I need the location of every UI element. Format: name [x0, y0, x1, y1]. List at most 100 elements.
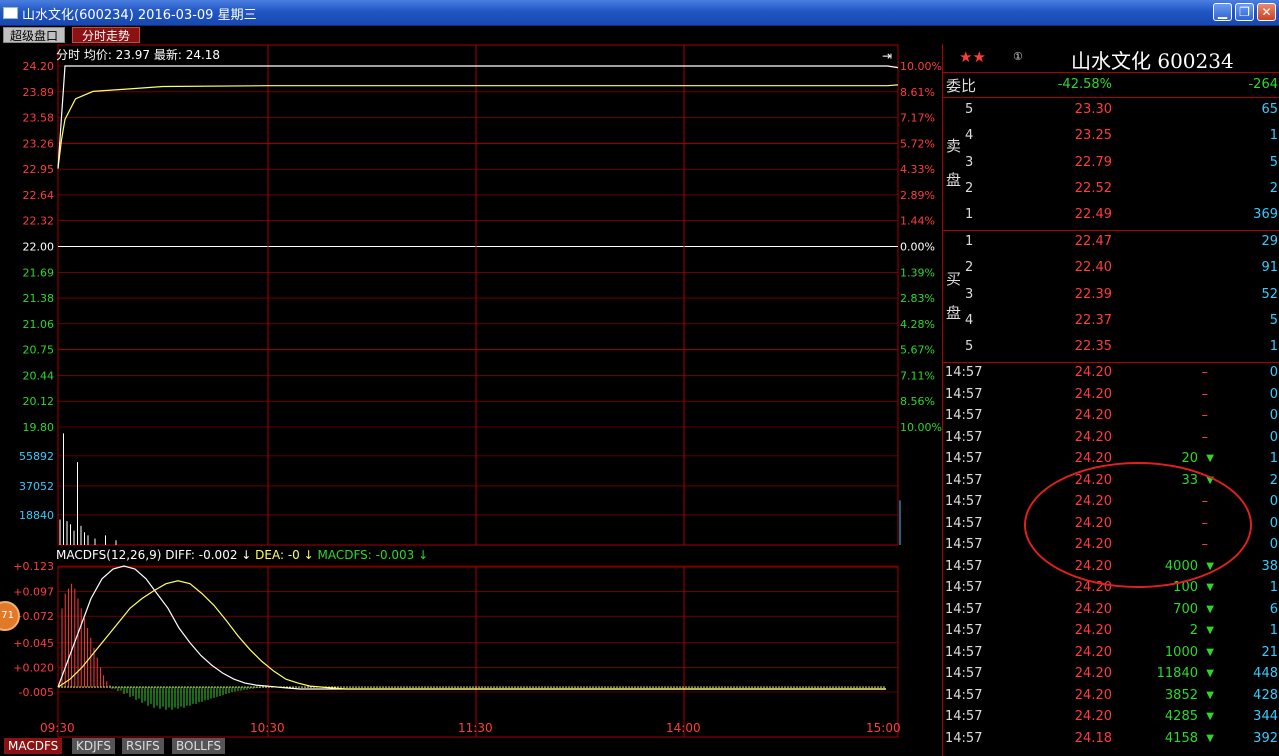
weibi-pct: -42.58%: [1057, 77, 1112, 92]
buy-level-volume: 1: [1269, 339, 1278, 355]
pct-tick-label: 4.28%: [900, 318, 935, 331]
sell-level-price: 23.25: [1074, 128, 1112, 144]
sell-level-level: 3: [965, 154, 974, 170]
pct-tick-label: 2.83%: [900, 292, 935, 305]
trade-price: 24.20: [1074, 623, 1112, 638]
trade-time: 14:57: [945, 472, 983, 488]
buy-level-row[interactable]: 3 22.39 52: [943, 287, 1279, 309]
trade-time: 14:57: [945, 429, 983, 445]
trade-price: 24.20: [1074, 644, 1112, 660]
pct-tick-label: 4.33%: [900, 163, 935, 176]
trade-volume: –: [1201, 365, 1209, 380]
trade-row[interactable]: 14:57 24.20 3852 ▼ 428: [943, 688, 1279, 709]
trade-time: 14:57: [945, 580, 983, 595]
sell-level-volume: 65: [1261, 102, 1278, 117]
buy-level-price: 22.35: [1074, 339, 1112, 355]
trade-row[interactable]: 14:57 24.18 4158 ▼ 392: [943, 731, 1279, 752]
macd-frame: [57, 566, 899, 738]
trade-row[interactable]: 14:57 24.20 2 ▼ 1: [943, 623, 1279, 644]
trade-volume: 1000: [1164, 644, 1198, 660]
trade-time: 14:57: [945, 515, 983, 531]
favorite-stars-icon[interactable]: ★★: [959, 48, 986, 66]
trade-time: 14:57: [945, 644, 983, 660]
price-tick-label: 24.20: [23, 60, 55, 73]
indicator-tabbar: MACDFS KDJFS RSIFS BOLLFS: [0, 738, 940, 756]
trade-row[interactable]: 14:57 24.20 700 ▼ 6: [943, 602, 1279, 623]
trade-price: 24.18: [1074, 730, 1112, 746]
close-button[interactable]: ✕: [1257, 3, 1276, 21]
tab-super-panel[interactable]: 超级盘口: [3, 27, 65, 43]
price-tick-label: 20.75: [23, 344, 55, 357]
trade-price: 24.20: [1074, 709, 1112, 724]
trade-count: 38: [1261, 558, 1278, 574]
sell-level-row[interactable]: 5 23.30 65: [943, 102, 1279, 124]
buy-level-row[interactable]: 1 22.47 29: [943, 234, 1279, 256]
trade-time: 14:57: [945, 365, 983, 380]
trade-count: 448: [1253, 666, 1278, 681]
down-arrow-icon: ▼: [1206, 603, 1214, 615]
trade-row[interactable]: 14:57 24.20 – 0: [943, 430, 1279, 451]
info-circle-icon[interactable]: ①: [1013, 50, 1023, 63]
pct-tick-label: 10.00%: [900, 60, 942, 73]
highlight-oval: [1024, 462, 1252, 588]
time-tick-label: 15:00: [866, 721, 901, 735]
trade-volume: 2: [1189, 623, 1198, 638]
sell-level-row[interactable]: 2 22.52 2: [943, 181, 1279, 203]
minimize-button[interactable]: ▁: [1213, 3, 1232, 21]
intraday-chart[interactable]: 24.20 10.00% 23.89 8.61% 23.58 7.17% 23.26 5.72…: [0, 44, 942, 756]
sell-level-row[interactable]: 4 23.25 1: [943, 128, 1279, 150]
trade-volume: –: [1201, 429, 1209, 445]
trade-volume: 4285: [1164, 709, 1198, 724]
buy-level-price: 22.47: [1074, 234, 1112, 249]
macd-tick-label: -0.005: [19, 686, 54, 699]
tab-rsifs[interactable]: RSIFS: [122, 738, 164, 754]
trade-count: 0: [1269, 537, 1278, 552]
price-frame: [57, 44, 899, 546]
trade-count: 344: [1253, 709, 1278, 724]
trade-row[interactable]: 14:57 24.20 – 0: [943, 365, 1279, 386]
buy-level-row[interactable]: 5 22.35 1: [943, 339, 1279, 361]
trade-row[interactable]: 14:57 24.20 4285 ▼ 344: [943, 709, 1279, 730]
sell-level-level: 4: [965, 128, 974, 144]
trade-volume: –: [1201, 386, 1209, 402]
buy-level-row[interactable]: 2 22.40 91: [943, 260, 1279, 282]
sell-level-price: 22.79: [1074, 154, 1112, 170]
trade-time: 14:57: [945, 386, 983, 402]
sell-level-volume: 369: [1253, 207, 1278, 223]
trade-row[interactable]: 14:57 24.20 1000 ▼ 21: [943, 645, 1279, 666]
buy-book: 买 盘 1 22.47 29 2 22.40 91 3 22.39 52 4 22.37 5 5 22.3…: [943, 230, 1279, 363]
sell-level-row[interactable]: 1 22.49 369: [943, 207, 1279, 229]
trade-count: 21: [1261, 644, 1278, 660]
tab-kdjfs[interactable]: KDJFS: [72, 738, 115, 754]
trade-price: 24.20: [1074, 429, 1112, 445]
pct-tick-label: 1.44%: [900, 215, 935, 228]
buy-level-row[interactable]: 4 22.37 5: [943, 313, 1279, 335]
tab-macdfs[interactable]: MACDFS: [4, 738, 63, 754]
price-header: 分时 均价: 23.97 最新: 24.18: [56, 47, 220, 62]
dea-line: [57, 580, 886, 690]
sell-level-row[interactable]: 3 22.79 5: [943, 155, 1279, 177]
average-price-line: [57, 84, 899, 169]
trade-time: 14:57: [945, 558, 983, 574]
trade-volume: 4158: [1164, 730, 1198, 746]
quote-panel: ★★ ① 山水文化 600234 委比 -42.58% -264 卖 盘 5 23…: [942, 44, 1279, 756]
price-tick-label: 21.69: [23, 266, 55, 279]
tab-bollfs[interactable]: BOLLFS: [172, 738, 226, 754]
trade-volume: 11840: [1156, 666, 1198, 681]
sell-book: 卖 盘 5 23.30 65 4 23.25 1 3 22.79 5 2 22.52 2 1 22.49 3…: [943, 97, 1279, 231]
tab-intraday[interactable]: 分时走势: [72, 27, 140, 43]
trade-row[interactable]: 14:57 24.20 – 0: [943, 387, 1279, 408]
trade-row[interactable]: 14:57 24.20 11840 ▼ 448: [943, 666, 1279, 687]
restore-button[interactable]: ❐: [1235, 3, 1254, 21]
collapse-arrow-icon: ⇥: [882, 49, 892, 63]
window-title: 山水文化(600234) 2016-03-09 星期三: [22, 8, 257, 23]
trade-count: 0: [1269, 494, 1278, 509]
pct-tick-label: 5.67%: [900, 344, 935, 357]
down-arrow-icon: ▼: [1206, 668, 1214, 679]
app-icon: [3, 7, 18, 19]
pct-tick-label: 8.61%: [900, 86, 935, 99]
trade-price: 24.20: [1074, 601, 1112, 617]
trade-volume: 3852: [1164, 687, 1198, 703]
trade-time: 14:57: [945, 451, 983, 466]
trade-row[interactable]: 14:57 24.20 – 0: [943, 408, 1279, 429]
